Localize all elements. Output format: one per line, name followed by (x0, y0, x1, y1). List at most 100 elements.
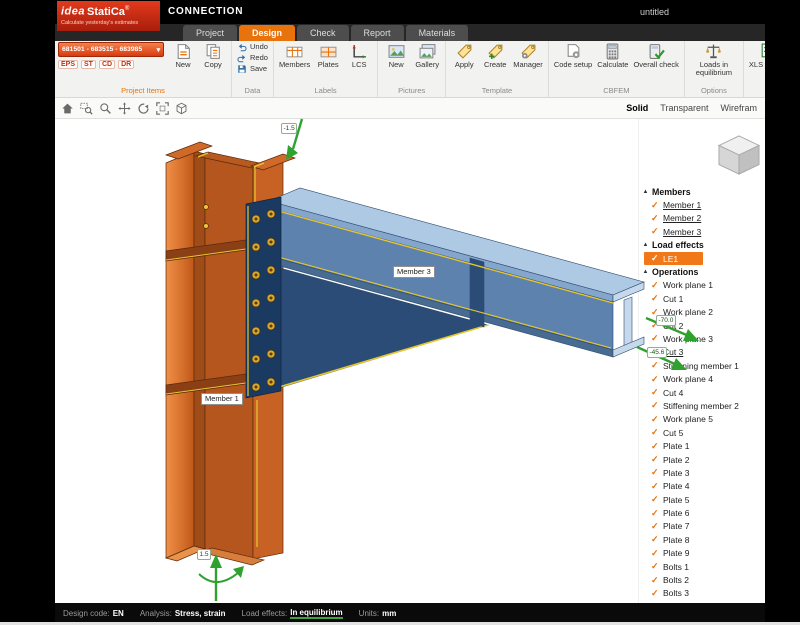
collapse-icon[interactable]: ▲ (642, 242, 649, 248)
tree-item-bolts-2[interactable]: ✓Bolts 2 (642, 573, 765, 586)
plates-button[interactable]: Plates (313, 42, 343, 70)
check-icon[interactable]: ✓ (651, 575, 660, 586)
calculate-button[interactable]: Calculate (595, 42, 630, 70)
tree-item-work-plane-4[interactable]: ✓Work plane 4 (642, 372, 765, 385)
tab-check[interactable]: Check (297, 25, 349, 41)
code-chip-cd[interactable]: CD (99, 60, 115, 69)
3d-viewport[interactable]: Member 3 Member 1 -1.5 -70.0 -45.6 1.5 (55, 119, 638, 603)
undo-button[interactable]: Undo (235, 42, 270, 52)
tree-section-load-effects[interactable]: ▲Load effects (642, 239, 765, 252)
tree-item-plate-5[interactable]: ✓Plate 5 (642, 493, 765, 506)
xls-import-button[interactable]: XXLS Import (747, 42, 765, 70)
manager-button[interactable]: Manager (511, 42, 545, 70)
overall-check-button[interactable]: Overall check (631, 42, 680, 70)
tree-item-cut-5[interactable]: ✓Cut 5 (642, 426, 765, 439)
load-value-right-upper[interactable]: -70.0 (656, 315, 676, 326)
rotate-button[interactable] (135, 100, 151, 116)
lcs-button[interactable]: LCS (344, 42, 374, 70)
members-button[interactable]: Members (277, 42, 312, 70)
tree-item-stiffening-member-1[interactable]: ✓Stiffening member 1 (642, 359, 765, 372)
check-icon[interactable]: ✓ (651, 521, 660, 532)
project-items-dropdown[interactable]: 681501 - 683515 - 683985 ▾ (58, 42, 164, 57)
collapse-icon[interactable]: ▲ (642, 269, 649, 275)
tree-item-work-plane-3[interactable]: ✓Work plane 3 (642, 332, 765, 345)
code-chip-dr[interactable]: DR (118, 60, 134, 69)
tree-item-member-2[interactable]: ✓Member 2 (642, 212, 765, 225)
tab-materials[interactable]: Materials (406, 25, 469, 41)
check-icon[interactable]: ✓ (651, 441, 660, 452)
check-icon[interactable]: ✓ (651, 548, 660, 559)
check-icon[interactable]: ✓ (651, 561, 660, 572)
check-icon[interactable]: ✓ (651, 588, 660, 599)
home-button[interactable] (59, 100, 75, 116)
copy-button[interactable]: Copy (198, 42, 228, 70)
tree-item-plate-4[interactable]: ✓Plate 4 (642, 480, 765, 493)
tree-item-cut-4[interactable]: ✓Cut 4 (642, 386, 765, 399)
tree-section-operations[interactable]: ▲Operations (642, 265, 765, 278)
tree-item-bolts-3[interactable]: ✓Bolts 3 (642, 587, 765, 600)
check-icon[interactable]: ✓ (651, 414, 660, 425)
check-icon[interactable]: ✓ (651, 494, 660, 505)
view-mode-transparent[interactable]: Transparent (660, 103, 708, 113)
code-chip-st[interactable]: ST (81, 60, 96, 69)
tree-item-plate-7[interactable]: ✓Plate 7 (642, 520, 765, 533)
check-icon[interactable]: ✓ (651, 280, 660, 291)
iso-button[interactable] (173, 100, 189, 116)
view-mode-solid[interactable]: Solid (626, 103, 648, 113)
tree-item-le1[interactable]: ✓LE1 (644, 252, 703, 265)
load-value-top[interactable]: -1.5 (281, 123, 297, 134)
tab-design[interactable]: Design (239, 25, 295, 41)
check-icon[interactable]: ✓ (651, 454, 660, 465)
tree-item-stiffening-member-2[interactable]: ✓Stiffening member 2 (642, 399, 765, 412)
check-icon[interactable]: ✓ (651, 374, 660, 385)
loads-in-equilibrium-button[interactable]: Loads in equilibrium (688, 42, 740, 79)
check-icon[interactable]: ✓ (651, 387, 660, 398)
load-value-bottom[interactable]: 1.5 (197, 549, 211, 560)
check-icon[interactable]: ✓ (651, 508, 660, 519)
gallery-button[interactable]: Gallery (412, 42, 442, 70)
check-icon[interactable]: ✓ (651, 467, 660, 478)
collapse-icon[interactable]: ▲ (642, 189, 649, 195)
view-mode-wirefram[interactable]: Wirefram (721, 103, 758, 113)
tab-report[interactable]: Report (351, 25, 404, 41)
tree-item-plate-2[interactable]: ✓Plate 2 (642, 453, 765, 466)
tree-item-member-1[interactable]: ✓Member 1 (642, 198, 765, 211)
redo-button[interactable]: Redo (235, 53, 270, 63)
check-icon[interactable]: ✓ (651, 534, 660, 545)
new-button[interactable]: New (168, 42, 198, 70)
navigation-cube[interactable] (716, 134, 762, 176)
check-icon[interactable]: ✓ (651, 481, 660, 492)
tree-item-work-plane-1[interactable]: ✓Work plane 1 (642, 279, 765, 292)
check-icon[interactable]: ✓ (651, 427, 660, 438)
zoom-button[interactable] (97, 100, 113, 116)
create-button[interactable]: Create (480, 42, 510, 70)
fit-button[interactable] (154, 100, 170, 116)
check-icon[interactable]: ✓ (651, 200, 660, 211)
check-icon[interactable]: ✓ (651, 253, 660, 264)
tree-item-plate-8[interactable]: ✓Plate 8 (642, 533, 765, 546)
tab-project[interactable]: Project (183, 25, 237, 41)
check-icon[interactable]: ✓ (651, 400, 660, 411)
check-icon[interactable]: ✓ (651, 360, 660, 371)
tree-item-member-3[interactable]: ✓Member 3 (642, 225, 765, 238)
tree-section-members[interactable]: ▲Members (642, 185, 765, 198)
check-icon[interactable]: ✓ (651, 333, 660, 344)
zoom-window-button[interactable] (78, 100, 94, 116)
tree-item-plate-1[interactable]: ✓Plate 1 (642, 439, 765, 452)
member3-label[interactable]: Member 3 (393, 266, 435, 278)
tree-item-plate-6[interactable]: ✓Plate 6 (642, 506, 765, 519)
new-button[interactable]: New (381, 42, 411, 70)
check-icon[interactable]: ✓ (651, 226, 660, 237)
member1-label[interactable]: Member 1 (201, 393, 243, 405)
tree-item-work-plane-5[interactable]: ✓Work plane 5 (642, 413, 765, 426)
save-button[interactable]: Save (235, 64, 269, 74)
tree-item-cut-1[interactable]: ✓Cut 1 (642, 292, 765, 305)
check-icon[interactable]: ✓ (651, 213, 660, 224)
code-chip-eps[interactable]: EPS (58, 60, 78, 69)
load-value-right-lower[interactable]: -45.6 (647, 347, 667, 358)
pan-button[interactable] (116, 100, 132, 116)
tree-item-bolts-1[interactable]: ✓Bolts 1 (642, 560, 765, 573)
apply-button[interactable]: Apply (449, 42, 479, 70)
check-icon[interactable]: ✓ (651, 293, 660, 304)
tree-item-plate-9[interactable]: ✓Plate 9 (642, 547, 765, 560)
